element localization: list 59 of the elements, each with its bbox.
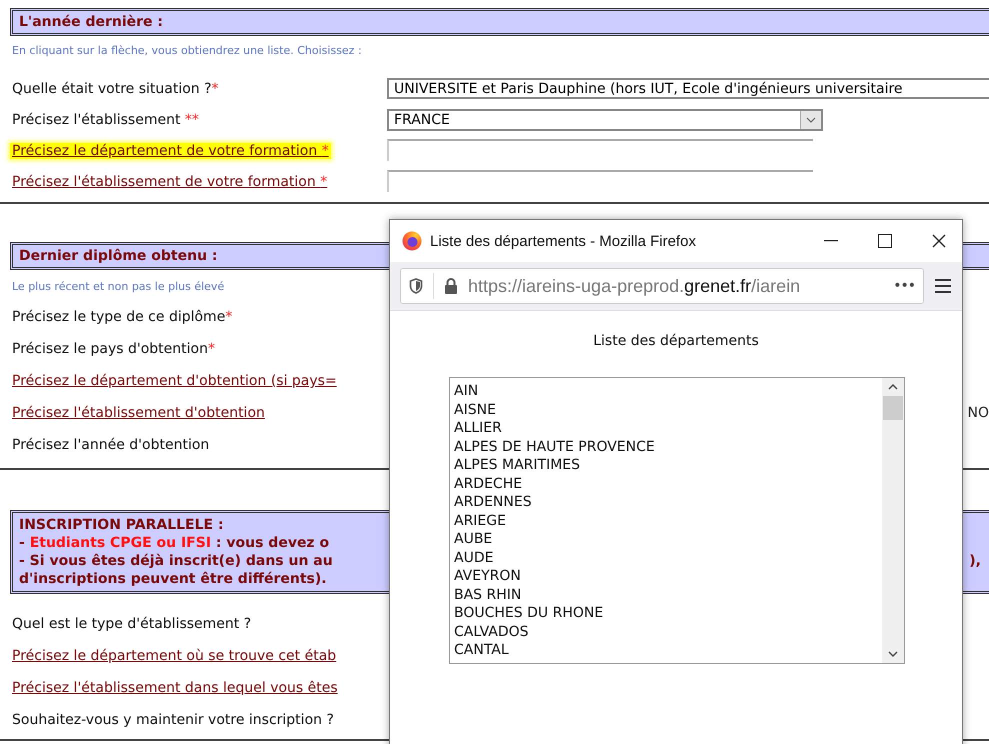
field-link[interactable]: Précisez le département où se trouve cet étab <box>10 648 338 664</box>
browser-logo-icon <box>402 231 422 251</box>
lock-icon[interactable] <box>444 277 458 295</box>
list-item[interactable]: ALPES MARITIMES <box>454 456 878 474</box>
header-text: : vous devez o <box>214 534 330 552</box>
window-title: Liste des départements - Mozilla Firefox <box>430 232 697 250</box>
field-link[interactable]: Précisez l'établissement dans lequel vous êtes <box>10 680 340 696</box>
header-text: L'année dernière : <box>19 14 164 30</box>
establishment-select[interactable]: FRANCE <box>387 108 823 130</box>
field-link[interactable]: Précisez l'établissement d'obtention <box>10 405 267 421</box>
field-label: Précisez l'établissement ** <box>11 112 200 128</box>
list-item[interactable]: CALVADOS <box>454 622 878 641</box>
list-item[interactable]: CANTAL <box>454 641 878 660</box>
header-text: ), <box>969 552 981 570</box>
list-item[interactable]: ARIEGE <box>454 512 878 530</box>
list-item[interactable]: BOUCHES DU RHONE <box>454 604 878 622</box>
field-link[interactable]: Précisez le département d'obtention (si pays= <box>10 373 339 389</box>
menu-icon[interactable] <box>934 278 952 294</box>
header-text: INSCRIPTION PARALLELE : <box>19 516 224 534</box>
close-icon[interactable] <box>932 234 946 248</box>
input-field[interactable] <box>387 170 813 192</box>
minimize-icon[interactable] <box>824 240 838 242</box>
list-item[interactable]: ARDENNES <box>454 493 878 512</box>
list-item[interactable]: AUDE <box>454 548 878 567</box>
field-label: Précisez le pays d'obtention* <box>11 341 216 357</box>
list-item[interactable]: ALPES DE HAUTE PROVENCE <box>454 438 878 456</box>
list-heading: Liste des départements <box>592 332 760 351</box>
list-item[interactable]: AISNE <box>454 400 878 419</box>
list-item[interactable]: ARDECHE <box>454 474 878 493</box>
header-text: Dernier diplôme obtenu : <box>19 248 218 264</box>
input-field[interactable] <box>387 139 813 161</box>
field-link[interactable]: Précisez le département de votre formation * <box>10 142 331 158</box>
field-label: Souhaitez-vous y maintenir votre inscription ? <box>11 712 335 728</box>
header-text: - <box>19 534 26 552</box>
field-link[interactable]: Précisez l'établissement de votre formation * <box>10 174 330 190</box>
field-label: Précisez le type de ce diplôme* <box>11 309 234 325</box>
header-text: d'inscriptions peuvent être différents). <box>19 570 327 588</box>
situation-select[interactable]: UNIVERSITE et Paris Dauphine (hors IUT, Ecole d'ingénieurs universitaire <box>387 78 989 99</box>
maximize-icon[interactable] <box>878 234 892 248</box>
list-item[interactable]: AVEYRON <box>454 567 878 586</box>
hint-text: Le plus récent et non pas le plus élevé <box>11 279 226 295</box>
field-label: Quel est le type d'établissement ? <box>11 616 252 632</box>
field-label: Quelle était votre situation ?* <box>11 80 220 96</box>
more-button[interactable]: ••• <box>893 278 915 294</box>
list-item[interactable]: AIN <box>454 382 878 400</box>
scroll-up-icon[interactable] <box>888 384 898 390</box>
hint-text: En cliquant sur la flèche, vous obtiendrez une liste. Choisissez : <box>11 43 363 59</box>
scroll-thumb[interactable] <box>883 396 903 420</box>
header-text: - Si vous êtes déjà inscrit(e) dans un au <box>19 552 333 570</box>
shield-icon[interactable] <box>409 278 423 294</box>
url-text: https://iareins-uga-preprod.grenet.fr/iarein <box>468 276 802 296</box>
scroll-down-icon[interactable] <box>888 651 898 657</box>
field-value: NO <box>968 405 989 421</box>
list-item[interactable]: BAS RHIN <box>454 586 878 604</box>
header-text: Etudiants CPGE ou IFSI <box>30 534 212 552</box>
address-bar[interactable]: https://iareins-uga-preprod.grenet.fr/iarein ••• <box>400 268 924 304</box>
field-label: Précisez l'année d'obtention <box>11 437 210 453</box>
list-item[interactable]: ALLIER <box>454 419 878 438</box>
list-item[interactable]: AUBE <box>454 530 878 548</box>
